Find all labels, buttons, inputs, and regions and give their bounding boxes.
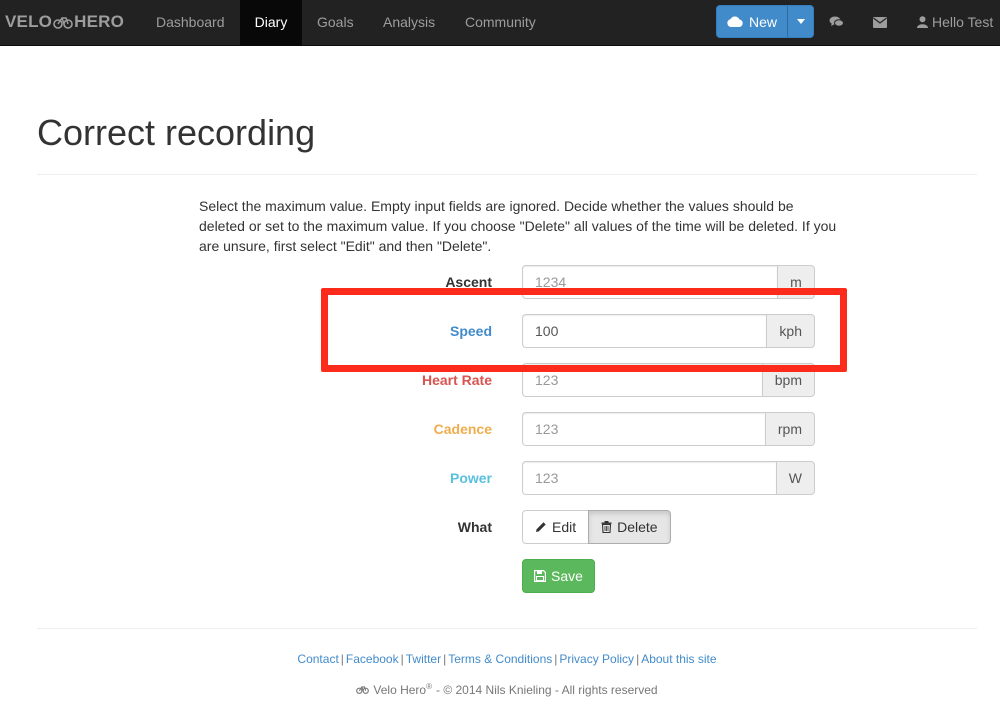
delete-button[interactable]: Delete (588, 510, 671, 544)
what-row: What Edit Delete (199, 510, 819, 544)
ascent-unit: m (777, 265, 815, 299)
footer-link-terms[interactable]: Terms & Conditions (448, 652, 552, 666)
heart-rate-input-group: bpm (522, 363, 815, 397)
heart-rate-label: Heart Rate (421, 372, 492, 388)
nav-diary[interactable]: Diary (240, 0, 302, 46)
heart-rate-row: Heart Rate bpm (199, 363, 819, 397)
power-row: Power W (199, 461, 819, 495)
power-label: Power (449, 470, 492, 486)
caret-down-icon (796, 19, 805, 24)
footer-link-privacy[interactable]: Privacy Policy (559, 652, 634, 666)
user-menu[interactable]: Hello Test (917, 0, 993, 44)
nav-analysis[interactable]: Analysis (368, 0, 450, 46)
speed-row: Speed kph (199, 314, 819, 348)
ascent-row: Ascent m (199, 265, 819, 299)
action-toggle-group: Edit Delete (522, 510, 671, 544)
nav-dashboard[interactable]: Dashboard (141, 0, 240, 46)
power-input[interactable] (522, 461, 776, 495)
cadence-unit: rpm (764, 412, 815, 446)
footer-divider (37, 628, 977, 629)
brand-hero: HERO (74, 12, 125, 31)
cadence-label: Cadence (433, 421, 492, 437)
copyright: Velo Hero® - © 2014 Nils Knieling - All … (0, 682, 1000, 697)
power-unit: W (775, 461, 815, 495)
footer-link-contact[interactable]: Contact (297, 652, 338, 666)
top-navbar: VELO HERO Dashboard Diary Goals Analysis… (0, 0, 1000, 46)
ascent-input[interactable] (522, 265, 777, 299)
new-button-label: New (748, 13, 777, 30)
ascent-input-group: m (522, 265, 815, 299)
speed-label: Speed (449, 323, 492, 339)
new-dropdown-toggle[interactable] (787, 6, 813, 37)
bicycle-icon (53, 17, 73, 29)
user-icon (917, 16, 928, 28)
footer-link-about[interactable]: About this site (641, 652, 716, 666)
save-button-label: Save (551, 568, 583, 584)
floppy-disk-icon (534, 570, 547, 582)
cadence-input[interactable] (522, 412, 765, 446)
trash-icon (601, 521, 612, 533)
comments-icon[interactable] (829, 0, 844, 44)
what-label: What (457, 519, 492, 535)
brand-logo[interactable]: VELO HERO (5, 0, 124, 44)
copyright-text: - © 2014 Nils Knieling - All rights rese… (436, 682, 658, 697)
speed-input-group: kph (522, 314, 815, 348)
speed-unit: kph (766, 314, 815, 348)
new-button[interactable]: New (717, 6, 787, 37)
ascent-label: Ascent (445, 274, 492, 290)
nav-community[interactable]: Community (450, 0, 551, 46)
footer-links: Contact | Facebook | Twitter | Terms & Conditi… (297, 652, 717, 666)
footer-brand: Velo Hero® (373, 682, 432, 697)
edit-button-label: Edit (552, 519, 577, 535)
nav-goals[interactable]: Goals (302, 0, 369, 46)
cadence-input-group: rpm (522, 412, 815, 446)
heart-rate-unit: bpm (761, 363, 815, 397)
brand-velo: VELO (5, 12, 53, 31)
envelope-icon[interactable] (873, 0, 887, 44)
edit-button[interactable]: Edit (522, 510, 590, 544)
user-greeting: Hello Test (932, 14, 994, 30)
delete-button-label: Delete (617, 519, 658, 535)
footer-link-twitter[interactable]: Twitter (406, 652, 441, 666)
save-button[interactable]: Save (522, 559, 595, 593)
cloud-icon (727, 16, 743, 27)
page-title: Correct recording (37, 112, 316, 153)
new-button-group: New (716, 5, 814, 38)
intro-text: Select the maximum value. Empty input fi… (199, 198, 837, 254)
cadence-row: Cadence rpm (199, 412, 819, 446)
power-input-group: W (522, 461, 815, 495)
pencil-icon (536, 522, 546, 532)
title-divider (37, 174, 977, 175)
bicycle-icon (356, 686, 370, 694)
speed-input[interactable] (522, 314, 767, 348)
footer-link-facebook[interactable]: Facebook (346, 652, 399, 666)
heart-rate-input[interactable] (522, 363, 762, 397)
